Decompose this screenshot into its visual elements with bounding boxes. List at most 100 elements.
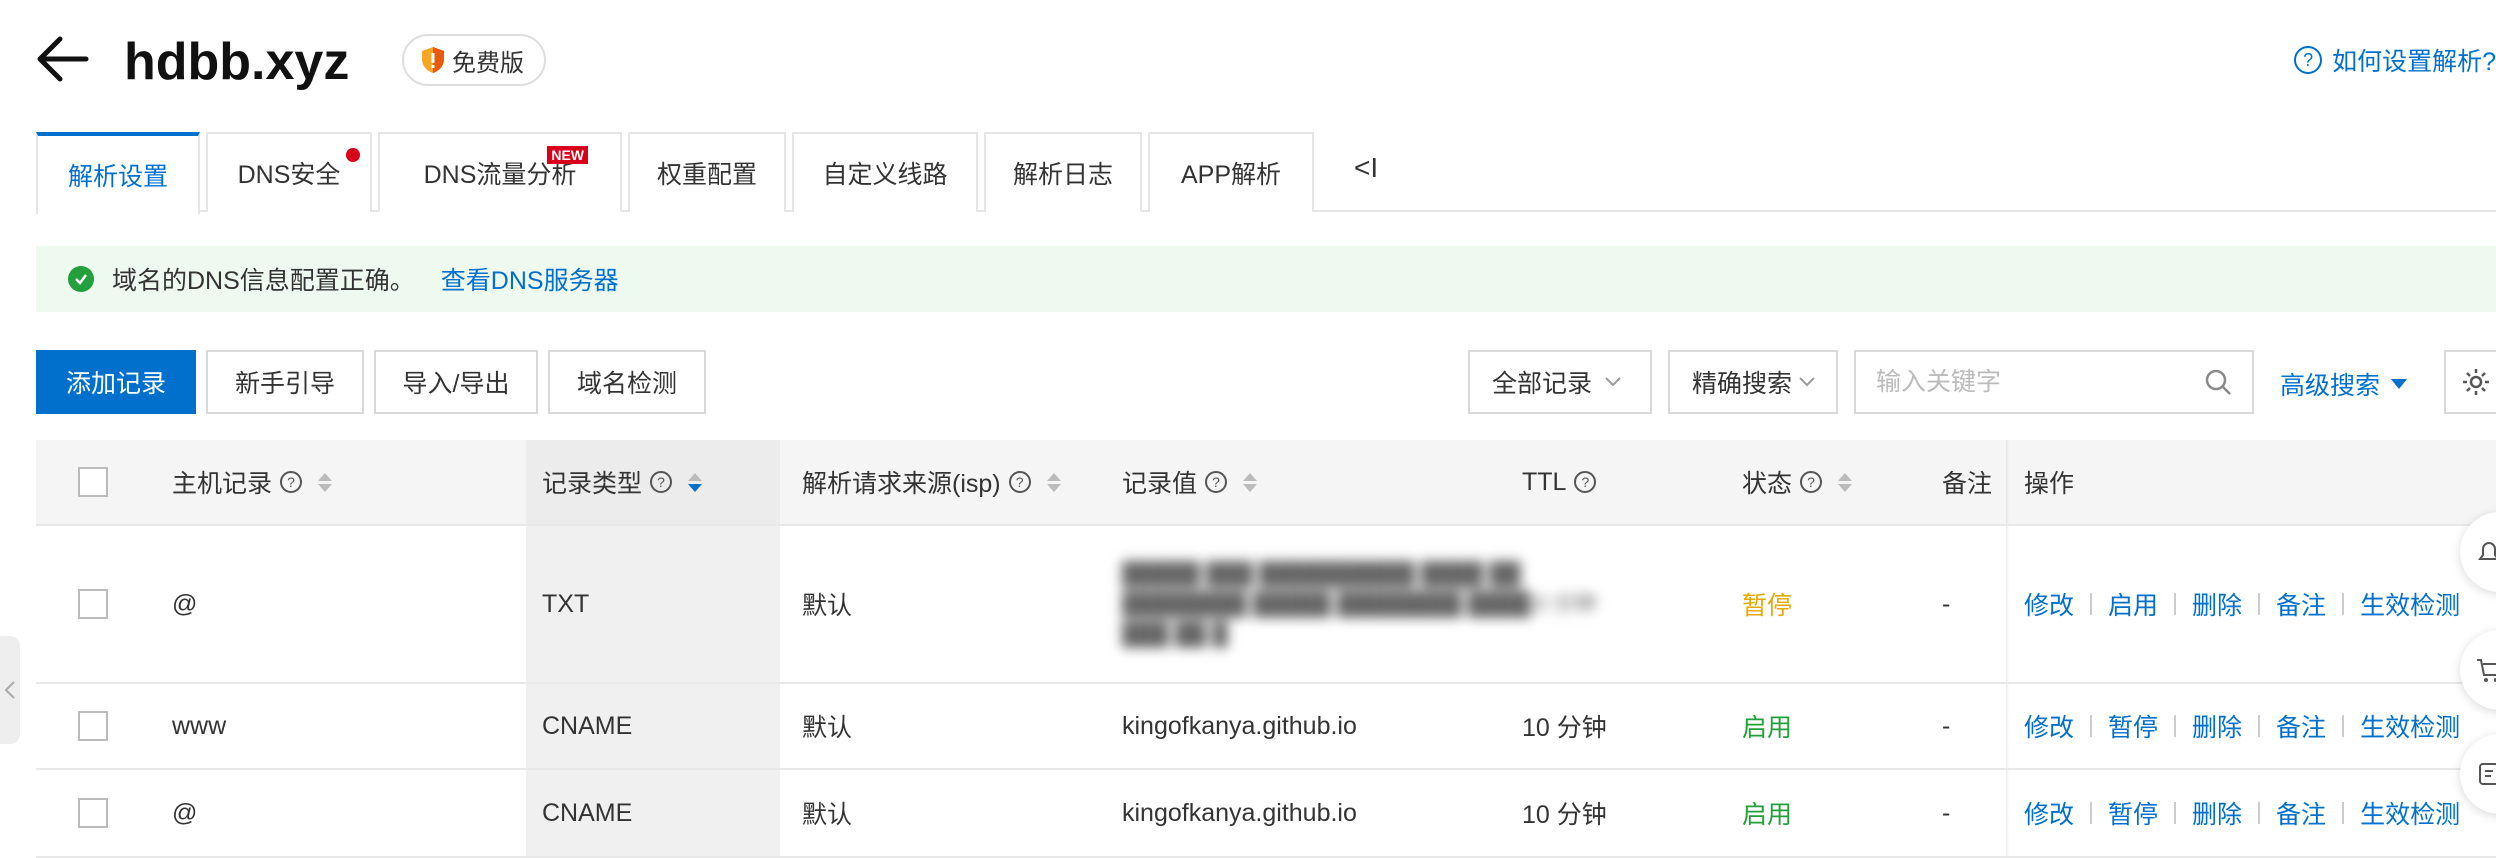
- tab-weight-config[interactable]: 权重配置: [628, 132, 786, 212]
- host-cell: @: [172, 589, 198, 618]
- search-mode-select[interactable]: 精确搜索: [1668, 350, 1838, 414]
- edition-label: 免费版: [452, 49, 524, 77]
- verify-link[interactable]: 生效检测: [2360, 795, 2460, 831]
- sticky-column-shadow: [2006, 684, 2009, 768]
- record-filter-select[interactable]: 全部记录: [1468, 350, 1652, 414]
- col-host[interactable]: 主机记录 ?: [172, 440, 333, 524]
- edition-badge: 免费版: [402, 34, 546, 86]
- question-icon[interactable]: ?: [1008, 471, 1031, 493]
- row-actions: 修改 启用 删除 备注 生效检测: [2024, 526, 2460, 682]
- toggle-link[interactable]: 暂停: [2108, 795, 2158, 831]
- sort-icon[interactable]: [1243, 472, 1258, 492]
- sort-icon[interactable]: [318, 472, 333, 492]
- redacted-value: █████ ███ ██████████ ████ ██ ████████ ███…: [1122, 561, 1531, 646]
- remark-link[interactable]: 备注: [2276, 586, 2326, 622]
- question-icon[interactable]: ?: [650, 471, 673, 493]
- separator: [2258, 593, 2261, 615]
- tab-dns-traffic[interactable]: DNS流量分析 NEW: [378, 132, 622, 212]
- help-link[interactable]: ? 如何设置解析?: [2294, 42, 2496, 78]
- notification-dot: [346, 148, 360, 162]
- separator: [2258, 802, 2261, 824]
- tab-label: 解析日志: [1012, 161, 1113, 189]
- tab-collapse-button[interactable]: <I: [1354, 152, 1378, 184]
- col-status[interactable]: 状态 ?: [1742, 440, 1853, 524]
- separator: [2174, 715, 2177, 737]
- ttl-cell: 10 分钟: [1522, 801, 1607, 829]
- side-collapse-tab[interactable]: [0, 636, 20, 744]
- col-type[interactable]: 记录类型 ?: [542, 440, 703, 524]
- row-checkbox[interactable]: [78, 589, 108, 619]
- add-record-button[interactable]: 添加记录: [36, 350, 196, 414]
- row-actions: 修改 暂停 删除 备注 生效检测: [2024, 684, 2460, 768]
- guide-button[interactable]: 新手引导: [206, 350, 364, 414]
- edit-link[interactable]: 修改: [2024, 795, 2074, 831]
- tab-custom-lines[interactable]: 自定义线路: [792, 132, 978, 212]
- row-checkbox[interactable]: [78, 711, 108, 741]
- tab-resolution-settings[interactable]: 解析设置: [36, 132, 200, 214]
- tab-app-resolution[interactable]: APP解析: [1148, 132, 1314, 212]
- search-mode-value: 精确搜索: [1692, 370, 1793, 398]
- type-cell: TXT: [542, 589, 590, 618]
- import-export-button[interactable]: 导入/导出: [374, 350, 538, 414]
- tab-label: 解析设置: [67, 163, 168, 191]
- check-circle-icon: [68, 266, 94, 292]
- question-icon[interactable]: ?: [1800, 471, 1823, 493]
- help-circle-icon: ?: [2294, 46, 2323, 74]
- tab-resolution-log[interactable]: 解析日志: [984, 132, 1142, 212]
- delete-link[interactable]: 删除: [2192, 708, 2242, 744]
- isp-cell: 默认: [802, 801, 853, 829]
- separator: [2342, 802, 2345, 824]
- sort-icon[interactable]: [1046, 472, 1061, 492]
- table-settings-button[interactable]: [2444, 350, 2496, 414]
- domain-check-button[interactable]: 域名检测: [548, 350, 706, 414]
- chevron-down-icon: [1799, 377, 1815, 387]
- row-select-cell: [78, 526, 108, 682]
- question-icon[interactable]: ?: [1205, 471, 1228, 493]
- separator: [2090, 593, 2093, 615]
- select-all-cell: [78, 440, 108, 524]
- back-arrow-icon[interactable]: [34, 30, 92, 88]
- sort-icon[interactable]: [1838, 472, 1853, 492]
- page-title: hdbb.xyz: [124, 33, 350, 91]
- question-icon[interactable]: ?: [1574, 471, 1597, 493]
- col-isp-label: 解析请求来源(isp): [802, 470, 1001, 498]
- edit-link[interactable]: 修改: [2024, 586, 2074, 622]
- col-host-label: 主机记录: [172, 470, 273, 498]
- toggle-link[interactable]: 暂停: [2108, 708, 2158, 744]
- select-all-checkbox[interactable]: [78, 467, 108, 497]
- view-dns-servers-link[interactable]: 查看DNS服务器: [441, 261, 619, 297]
- remark-cell: -: [1942, 711, 1951, 740]
- search-icon[interactable]: [2204, 368, 2232, 396]
- sticky-column-shadow: [2006, 770, 2009, 856]
- col-value-label: 记录值: [1122, 470, 1198, 498]
- tab-label: DNS安全: [237, 161, 341, 189]
- delete-link[interactable]: 删除: [2192, 795, 2242, 831]
- delete-link[interactable]: 删除: [2192, 586, 2242, 622]
- question-icon[interactable]: ?: [280, 471, 303, 493]
- host-cell: www: [172, 711, 227, 740]
- col-value[interactable]: 记录值 ?: [1122, 440, 1258, 524]
- sticky-column-shadow: [2006, 440, 2009, 524]
- remark-link[interactable]: 备注: [2276, 795, 2326, 831]
- chevron-left-icon: [4, 681, 15, 699]
- verify-link[interactable]: 生效检测: [2360, 708, 2460, 744]
- edit-link[interactable]: 修改: [2024, 708, 2074, 744]
- search-input[interactable]: [1876, 367, 2204, 397]
- sort-icon[interactable]: [688, 472, 703, 492]
- keyword-search: [1854, 350, 2254, 414]
- separator: [2342, 593, 2345, 615]
- separator: [2258, 715, 2261, 737]
- table-row: www CNAME 默认 kingofkanya.github.io 10 分钟…: [36, 684, 2496, 770]
- record-filter-value: 全部记录: [1492, 370, 1593, 398]
- verify-link[interactable]: 生效检测: [2360, 586, 2460, 622]
- cart-icon: [2477, 659, 2496, 682]
- table-row: @ TXT 默认 █████ ███ ██████████ ████ ██ ███…: [36, 526, 2496, 684]
- row-checkbox[interactable]: [78, 798, 108, 828]
- col-isp[interactable]: 解析请求来源(isp) ?: [802, 440, 1061, 524]
- remark-link[interactable]: 备注: [2276, 708, 2326, 744]
- bell-icon: [2478, 542, 2496, 560]
- tab-label: 自定义线路: [822, 161, 948, 189]
- toggle-link[interactable]: 启用: [2108, 586, 2158, 622]
- advanced-search-toggle[interactable]: 高级搜索: [2280, 366, 2408, 402]
- tab-dns-security[interactable]: DNS安全: [206, 132, 372, 212]
